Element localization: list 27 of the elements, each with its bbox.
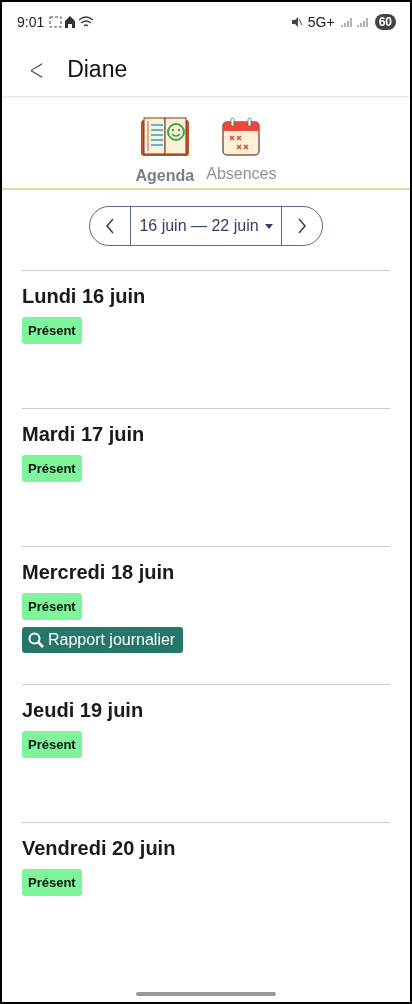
day-title: Mardi 17 juin — [22, 423, 145, 446]
status-icons — [49, 15, 96, 29]
status-badge: Présent — [22, 869, 82, 896]
day-title: Jeudi 19 juin — [22, 699, 144, 722]
chevron-left-icon — [105, 218, 116, 234]
book-icon — [139, 117, 190, 159]
status-badge: Présent — [22, 317, 82, 344]
calendar-icon — [221, 117, 262, 157]
status-badge: Présent — [22, 593, 82, 620]
tab[interactable]: Agenda — [135, 117, 195, 188]
status-badge: Présent — [22, 455, 82, 482]
day-title: Mercredi 18 juin — [22, 561, 175, 584]
back-button[interactable]: < — [29, 51, 45, 87]
chevron-right-icon — [296, 218, 307, 234]
battery-level: 60 — [374, 14, 396, 30]
clock: 9:01 — [17, 14, 45, 30]
signal-icon — [339, 16, 370, 28]
mute-icon — [290, 16, 303, 28]
day-title: Lundi 16 juin — [22, 285, 146, 308]
day-title: Vendredi 20 juin — [22, 837, 176, 860]
page-title: Diane — [67, 55, 128, 83]
search-icon — [28, 632, 44, 648]
network-type: 5G+ — [307, 14, 335, 30]
status-badge: Présent — [22, 731, 82, 758]
report-button[interactable]: Rapport journalier — [22, 627, 184, 653]
tab[interactable]: Absences — [206, 117, 277, 188]
caret-icon — [264, 223, 273, 229]
